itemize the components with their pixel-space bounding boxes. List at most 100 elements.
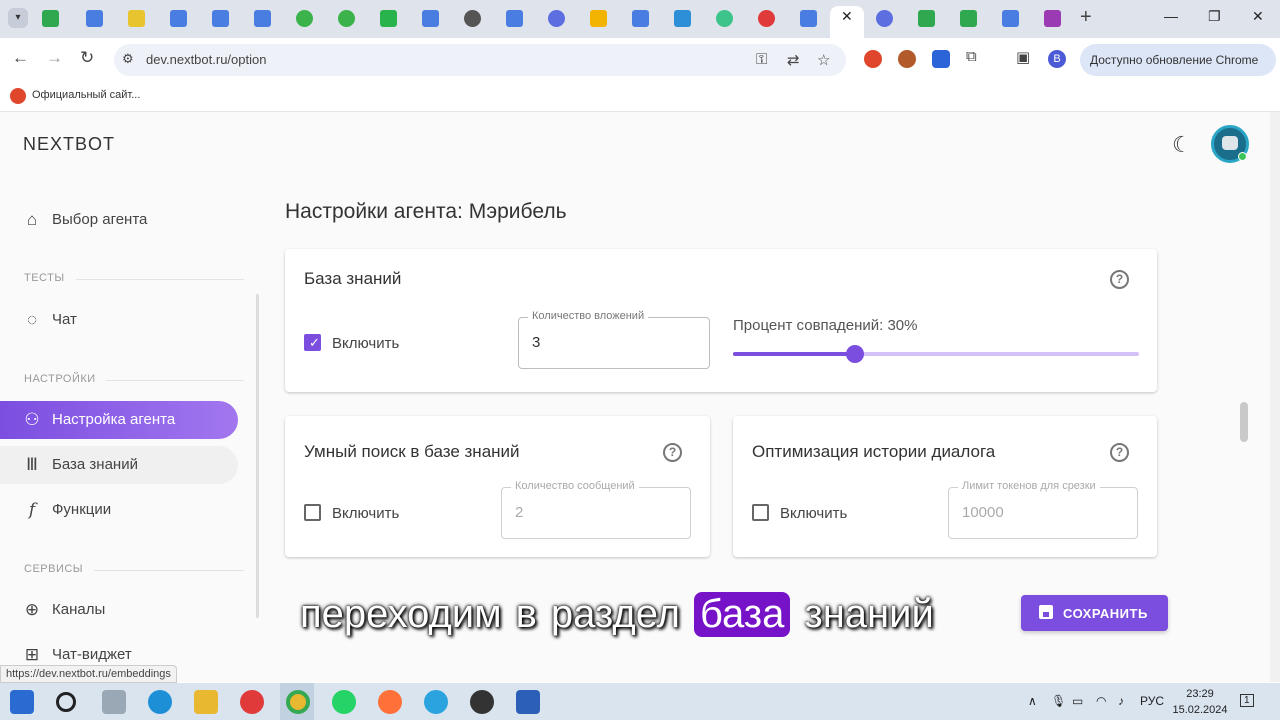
slider-thumb[interactable] <box>845 345 864 363</box>
sheets-tab-icon[interactable] <box>918 10 935 27</box>
restore-icon[interactable]: ❐ <box>1208 8 1221 25</box>
extension-icon[interactable] <box>898 50 916 68</box>
sidebar-scrollbar[interactable] <box>256 294 259 618</box>
section-settings: НАСТРОЙКИ <box>24 373 96 385</box>
messages-count-input[interactable]: Количество сообщений 2 <box>501 480 691 539</box>
tray-chevron-icon[interactable]: ∧ <box>1028 694 1037 708</box>
smart-search-enable-checkbox[interactable] <box>304 504 321 521</box>
system-clock[interactable]: 23:29 15.02.2024 <box>1170 686 1230 718</box>
yandex-browser-icon[interactable] <box>240 690 264 714</box>
docs-tab-icon[interactable] <box>506 10 523 27</box>
translate-icon[interactable]: ⇄ <box>787 51 800 69</box>
miro-tab-icon[interactable] <box>128 10 145 27</box>
attachments-count-input[interactable]: Количество вложений 3 <box>518 310 710 369</box>
key-icon[interactable]: ⚿ <box>756 51 767 68</box>
sheets-tab-icon[interactable] <box>42 10 59 27</box>
task-view-icon[interactable] <box>102 690 126 714</box>
minimize-icon[interactable]: — <box>1164 8 1178 24</box>
close-window-icon[interactable]: ✕ <box>1252 8 1264 25</box>
docs-tab-icon[interactable] <box>170 10 187 27</box>
battery-icon[interactable]: ▭ <box>1072 694 1083 708</box>
extension-icon[interactable] <box>864 50 882 68</box>
docs-tab-icon[interactable] <box>86 10 103 27</box>
wifi-icon[interactable]: ◠ <box>1096 694 1106 708</box>
checkbox-label[interactable]: Включить <box>332 505 399 522</box>
circle-tab-icon[interactable] <box>548 10 565 27</box>
field-label: Лимит токенов для срезки <box>958 480 1100 492</box>
subtitle-word: переходим <box>300 592 502 636</box>
site-info-icon[interactable]: ⚙ <box>122 51 134 67</box>
forward-icon[interactable]: → <box>46 48 63 68</box>
page-scrollbar-thumb[interactable] <box>1240 402 1248 442</box>
reload-icon[interactable]: ↻ <box>80 48 94 68</box>
microphone-icon[interactable]: 🎙 <box>1051 694 1066 708</box>
section-tests: ТЕСТЫ <box>24 272 65 284</box>
a-tab-icon[interactable] <box>674 10 691 27</box>
extensions-puzzle-icon[interactable]: ⧉ <box>966 48 977 65</box>
circle-tab-icon[interactable] <box>876 10 893 27</box>
r-tab-icon[interactable] <box>380 10 397 27</box>
url-text[interactable]: dev.nextbot.ru/option <box>146 52 266 67</box>
q-tab-icon[interactable] <box>716 10 733 27</box>
help-icon[interactable]: ? <box>1110 270 1129 289</box>
docs-tab-icon[interactable] <box>422 10 439 27</box>
docs-tab-icon[interactable] <box>632 10 649 27</box>
update-chrome-button[interactable]: Доступно обновление Chrome <box>1080 44 1276 76</box>
close-tab-icon[interactable]: ✕ <box>841 8 853 25</box>
token-limit-input[interactable]: Лимит токенов для срезки 10000 <box>948 480 1138 539</box>
docs-tab-icon[interactable] <box>212 10 229 27</box>
sidebar-item-label: Функции <box>52 501 112 518</box>
checkbox-label[interactable]: Включить <box>332 335 399 352</box>
dark-mode-moon-icon[interactable]: ☾ <box>1172 132 1192 158</box>
help-icon[interactable]: ? <box>1110 443 1129 462</box>
docs-tab-icon[interactable] <box>254 10 271 27</box>
whatsapp-icon[interactable] <box>332 690 356 714</box>
new-tab-icon[interactable]: + <box>1080 6 1092 29</box>
search-icon[interactable] <box>56 692 76 712</box>
drive-tab-icon[interactable] <box>590 10 607 27</box>
telegram-icon[interactable] <box>424 690 448 714</box>
side-panel-icon[interactable]: ▣ <box>1016 48 1030 66</box>
extension-icon[interactable] <box>932 50 950 68</box>
browser-tab-strip: ▾ ✕ + — ❐ ✕ <box>0 0 1280 38</box>
language-indicator[interactable]: РУС <box>1140 694 1164 708</box>
profile-icon[interactable]: B <box>1048 50 1066 68</box>
docs-tab-icon[interactable] <box>800 10 817 27</box>
page-scrollbar-track[interactable] <box>1270 112 1280 682</box>
match-percent-slider[interactable] <box>733 352 1139 356</box>
word-icon[interactable] <box>516 690 540 714</box>
notifications-icon[interactable]: 1 <box>1240 694 1254 707</box>
obs-icon[interactable] <box>470 690 494 714</box>
subtitle-word: в <box>515 592 537 636</box>
file-explorer-icon[interactable] <box>194 690 218 714</box>
docs-tab-icon[interactable] <box>1002 10 1019 27</box>
sidebar-item-agent-settings[interactable]: ⚇ Настройка агента <box>0 401 238 439</box>
kb-enable-checkbox[interactable]: ✓ <box>304 334 321 351</box>
tab-search-chevron-icon[interactable]: ▾ <box>8 8 28 28</box>
firefox-icon[interactable] <box>378 690 402 714</box>
sidebar-item-channels[interactable]: ⊕ Каналы <box>0 591 238 629</box>
r-purple-tab-icon[interactable] <box>1044 10 1061 27</box>
bookmark-item[interactable]: Официальный сайт... <box>32 89 140 101</box>
leaf-tab-icon[interactable] <box>296 10 313 27</box>
back-icon[interactable]: ← <box>12 48 29 68</box>
volume-icon[interactable]: ♪ <box>1118 694 1124 708</box>
hd-tab-icon[interactable] <box>758 10 775 27</box>
bookmark-star-icon[interactable]: ☆ <box>817 51 830 69</box>
history-enable-checkbox[interactable] <box>752 504 769 521</box>
globe-tab-icon[interactable] <box>464 10 481 27</box>
edge-icon[interactable] <box>148 690 172 714</box>
address-bar[interactable]: ⚙ dev.nextbot.ru/option ⚿ ⇄ ☆ <box>114 44 846 76</box>
help-icon[interactable]: ? <box>663 443 682 462</box>
sidebar-item-knowledge-base[interactable]: Ⅲ База знаний <box>0 446 238 484</box>
leaf-tab-icon[interactable] <box>338 10 355 27</box>
browser-toolbar: ← → ↻ ⚙ dev.nextbot.ru/option ⚿ ⇄ ☆ ⧉ ▣ … <box>0 38 1280 82</box>
checkbox-label[interactable]: Включить <box>780 505 847 522</box>
sidebar-item-functions[interactable]: f Функции <box>0 491 238 529</box>
sheets-tab-icon[interactable] <box>960 10 977 27</box>
start-windows-icon[interactable] <box>10 690 34 714</box>
chrome-icon[interactable] <box>286 690 310 714</box>
save-button[interactable]: СОХРАНИТЬ <box>1021 595 1168 631</box>
sidebar-item-agent-select[interactable]: ⌂ Выбор агента <box>0 201 238 239</box>
sidebar-item-chat[interactable]: ◌ Чат <box>0 301 238 339</box>
